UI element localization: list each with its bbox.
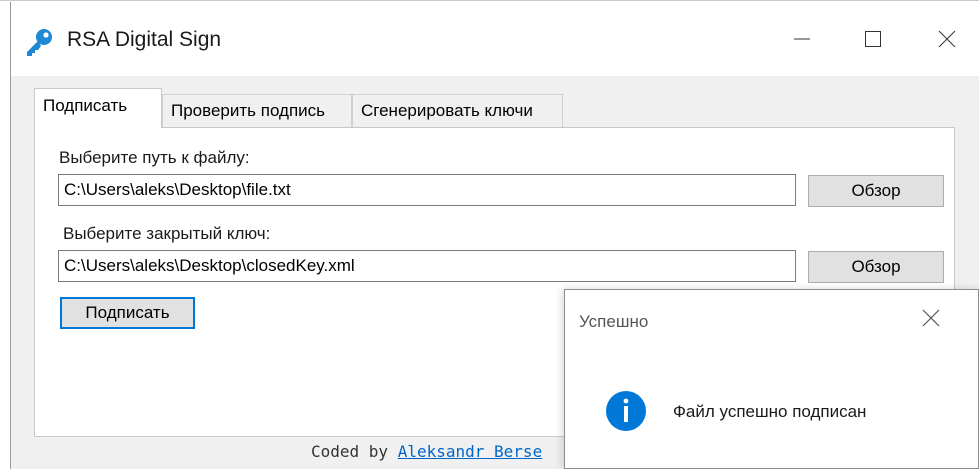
sign-button[interactable]: Подписать bbox=[60, 297, 195, 329]
private-key-input[interactable]: C:\Users\aleks\Desktop\closedKey.xml bbox=[58, 250, 796, 282]
key-icon bbox=[27, 29, 52, 56]
maximize-icon[interactable] bbox=[853, 24, 893, 54]
dialog-close-icon[interactable] bbox=[917, 304, 945, 332]
file-path-label: Выберите путь к файлу: bbox=[59, 148, 250, 167]
private-key-label: Выберите закрытый ключ: bbox=[63, 224, 271, 243]
info-icon bbox=[606, 391, 646, 431]
dialog-title: Успешно bbox=[579, 312, 649, 331]
author-link[interactable]: Aleksandr Berse bbox=[398, 442, 543, 461]
window-title: RSA Digital Sign bbox=[67, 28, 222, 51]
browse-file-button[interactable]: Обзор bbox=[808, 175, 944, 207]
footer-prefix: Coded by bbox=[311, 442, 398, 461]
dialog-message: Файл успешно подписан bbox=[673, 402, 867, 421]
minimize-icon[interactable] bbox=[782, 24, 822, 54]
success-dialog: Успешно Файл успешно подписан bbox=[564, 289, 979, 469]
close-icon[interactable] bbox=[926, 24, 966, 54]
file-path-input[interactable]: C:\Users\aleks\Desktop\file.txt bbox=[58, 174, 796, 206]
title-bar[interactable]: RSA Digital Sign bbox=[11, 2, 979, 76]
footer-credit: Coded by Aleksandr Berse bbox=[311, 442, 542, 461]
browse-key-button[interactable]: Обзор bbox=[808, 251, 944, 283]
tab-sign[interactable]: Подписать bbox=[34, 88, 162, 128]
tab-verify[interactable]: Проверить подпись bbox=[162, 94, 352, 128]
desktop-edge bbox=[0, 0, 979, 1]
tab-generate-keys[interactable]: Сгенерировать ключи bbox=[352, 94, 563, 128]
